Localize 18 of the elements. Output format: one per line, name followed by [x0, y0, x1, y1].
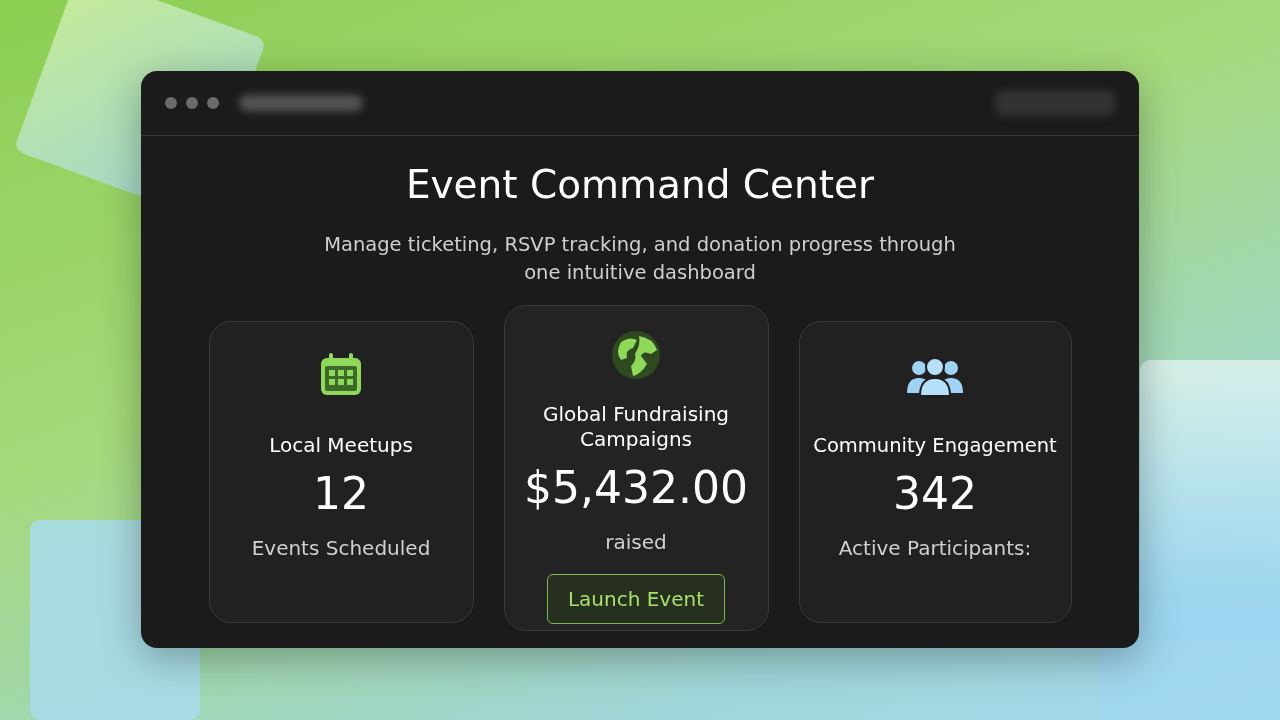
calendar-icon: [318, 351, 364, 397]
launch-event-button[interactable]: Launch Event: [546, 574, 726, 624]
globe-icon: [611, 330, 661, 380]
window-dot-icon[interactable]: [186, 97, 198, 109]
card-value: 12: [313, 468, 369, 520]
window-dot-icon[interactable]: [207, 97, 219, 109]
card-value: $5,432.00: [524, 462, 748, 514]
card-caption: raised: [605, 530, 667, 554]
card-title: Local Meetups: [268, 433, 414, 458]
people-icon: [906, 357, 964, 397]
window-dot-icon[interactable]: [165, 97, 177, 109]
dashboard-title: Event Command Center: [405, 162, 875, 207]
dashboard-subtitle: Manage ticketing, RSVP tracking, and donation progress through one intuitive dashboard: [323, 232, 957, 286]
card-title: Community Engagement: [812, 433, 1058, 458]
card-caption: Events Scheduled: [251, 536, 431, 560]
card-title: Global Fundraising Campaigns: [542, 402, 730, 452]
card-value: 342: [893, 468, 977, 520]
card-caption: Active Participants:: [838, 536, 1032, 560]
